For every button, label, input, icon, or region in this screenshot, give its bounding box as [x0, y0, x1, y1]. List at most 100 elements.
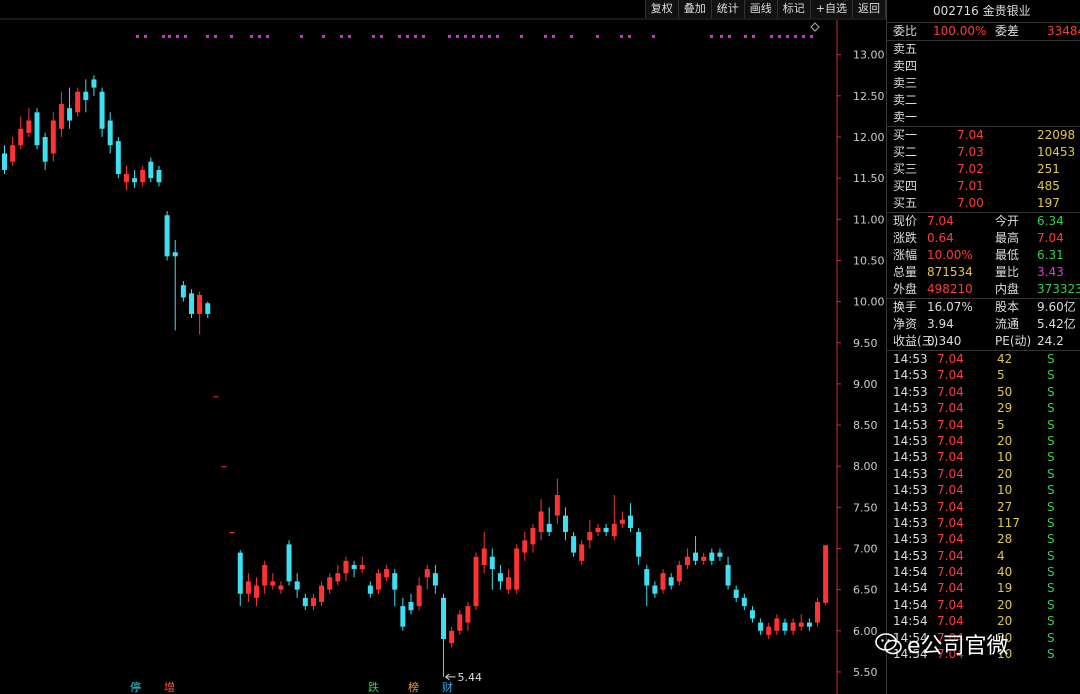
- tick-volume: 10: [997, 483, 1013, 498]
- candle: [587, 519, 593, 549]
- candle: [636, 527, 642, 565]
- sell-label: 卖四: [893, 59, 918, 73]
- quote-label: 现价: [893, 214, 918, 228]
- kline-chart[interactable]: 13.00 12.50 12.00 11.50 11.00 10.50 10.00 9.50 9…: [0, 0, 886, 694]
- tick-side: S: [1047, 483, 1055, 498]
- candle: [302, 593, 308, 611]
- tick-price: 7.04: [937, 417, 964, 432]
- fin-row: 净资 3.94 流通 5.42亿: [887, 316, 1080, 333]
- watermark: e公司官微: [875, 628, 1009, 660]
- indicator-dot: [752, 35, 755, 38]
- candle: [815, 597, 820, 627]
- tick-price: 7.04: [937, 532, 964, 547]
- tick-time: 14:53: [893, 417, 928, 432]
- indicator-dot: [258, 35, 261, 38]
- quote-value-2: 3.43: [1037, 265, 1064, 279]
- quote-value: 0.64: [927, 231, 954, 245]
- tick-side: S: [1047, 630, 1055, 645]
- candle: [310, 593, 316, 611]
- indicator-dot: [250, 35, 253, 38]
- y-tick-label: 11.50: [853, 172, 885, 185]
- candle: [278, 581, 284, 594]
- buy-volume: 485: [1037, 179, 1060, 193]
- quote-label-2: 今开: [995, 214, 1020, 228]
- tick-row: 14:53 7.04 20 S: [887, 433, 1080, 449]
- indicator-dot: [596, 35, 599, 38]
- tick-time: 14:53: [893, 384, 928, 399]
- weibi-row: 委比 100.00% 委差 33484: [887, 23, 1080, 40]
- candle: [506, 569, 512, 594]
- buy-price: 7.01: [957, 179, 984, 193]
- candle: [798, 614, 804, 631]
- fin-value-2: 5.42亿: [1037, 317, 1076, 331]
- candle: [34, 108, 40, 150]
- quote-label: 涨跌: [893, 231, 918, 245]
- tick-price: 7.04: [937, 581, 964, 596]
- quote-row: 现价 7.04 今开 6.34: [887, 213, 1080, 230]
- tick-price: 7.04: [937, 597, 964, 612]
- candle: [286, 540, 292, 586]
- y-tick-label: 11.00: [853, 213, 885, 226]
- event-marker[interactable]: 跌: [368, 680, 379, 694]
- quote-value: 498210: [927, 282, 973, 296]
- candle: [554, 478, 560, 524]
- fin-value-2: 24.2: [1037, 334, 1064, 348]
- indicator-dot: [552, 35, 555, 38]
- tick-time: 14:54: [893, 565, 928, 580]
- candle: [221, 466, 227, 468]
- fin-row: 换手 16.07% 股本 9.60亿: [887, 299, 1080, 316]
- tick-row: 14:53 7.04 5 S: [887, 367, 1080, 383]
- y-tick-label: 7.50: [853, 501, 878, 514]
- candle: [538, 499, 544, 541]
- candle: [709, 548, 715, 565]
- sell-row: 卖五: [887, 41, 1080, 58]
- event-marker[interactable]: 停: [130, 680, 141, 694]
- candle: [790, 618, 796, 635]
- candle: [465, 601, 471, 631]
- tick-side: S: [1047, 368, 1055, 383]
- candle: [449, 626, 455, 648]
- fin-value: 0.340: [927, 334, 962, 348]
- indicator-dot: [230, 35, 233, 38]
- candle: [67, 87, 73, 129]
- tick-time: 14:53: [893, 499, 928, 514]
- fin-value: 16.07%: [927, 300, 973, 314]
- quote-value-2: 373323: [1037, 282, 1080, 296]
- event-marker[interactable]: 榜: [408, 680, 419, 694]
- fin-value-2: 9.60亿: [1037, 300, 1076, 314]
- candle: [10, 137, 16, 166]
- indicator-dot: [488, 35, 491, 38]
- sell-label: 卖五: [893, 42, 918, 56]
- tick-row: 14:53 7.04 50 S: [887, 384, 1080, 400]
- buy-price: 7.03: [957, 145, 984, 159]
- tick-side: S: [1047, 581, 1055, 596]
- low-price-label: 5.44: [458, 671, 483, 684]
- fin-label-2: PE(动): [995, 334, 1032, 348]
- candle: [197, 291, 203, 335]
- tick-volume: 28: [997, 532, 1013, 547]
- indicator-dot: [744, 35, 747, 38]
- candle: [628, 503, 634, 533]
- indicator-dot: [176, 35, 179, 38]
- y-tick-label: 6.00: [853, 625, 878, 638]
- event-marker[interactable]: 财: [442, 680, 453, 694]
- tick-side: S: [1047, 515, 1055, 530]
- indicator-dot: [802, 35, 805, 38]
- candle: [351, 560, 357, 578]
- tick-volume: 27: [997, 499, 1013, 514]
- quote-row: 涨幅 10.00% 最低 6.31: [887, 247, 1080, 264]
- y-tick-label: 13.00: [853, 49, 885, 62]
- tick-price: 7.04: [937, 499, 964, 514]
- tick-time: 14:54: [893, 597, 928, 612]
- weibi-value: 100.00%: [933, 24, 987, 38]
- candle: [50, 112, 56, 162]
- indicator-dot: [398, 35, 401, 38]
- indicator-dot: [480, 35, 483, 38]
- candle: [562, 507, 568, 541]
- candle: [343, 556, 349, 582]
- indicator-dot: [710, 35, 713, 38]
- y-tick-label: 10.00: [853, 296, 885, 309]
- buy-label: 买四: [893, 179, 918, 193]
- quote-row: 涨跌 0.64 最高 7.04: [887, 230, 1080, 247]
- event-marker[interactable]: 增: [164, 680, 175, 694]
